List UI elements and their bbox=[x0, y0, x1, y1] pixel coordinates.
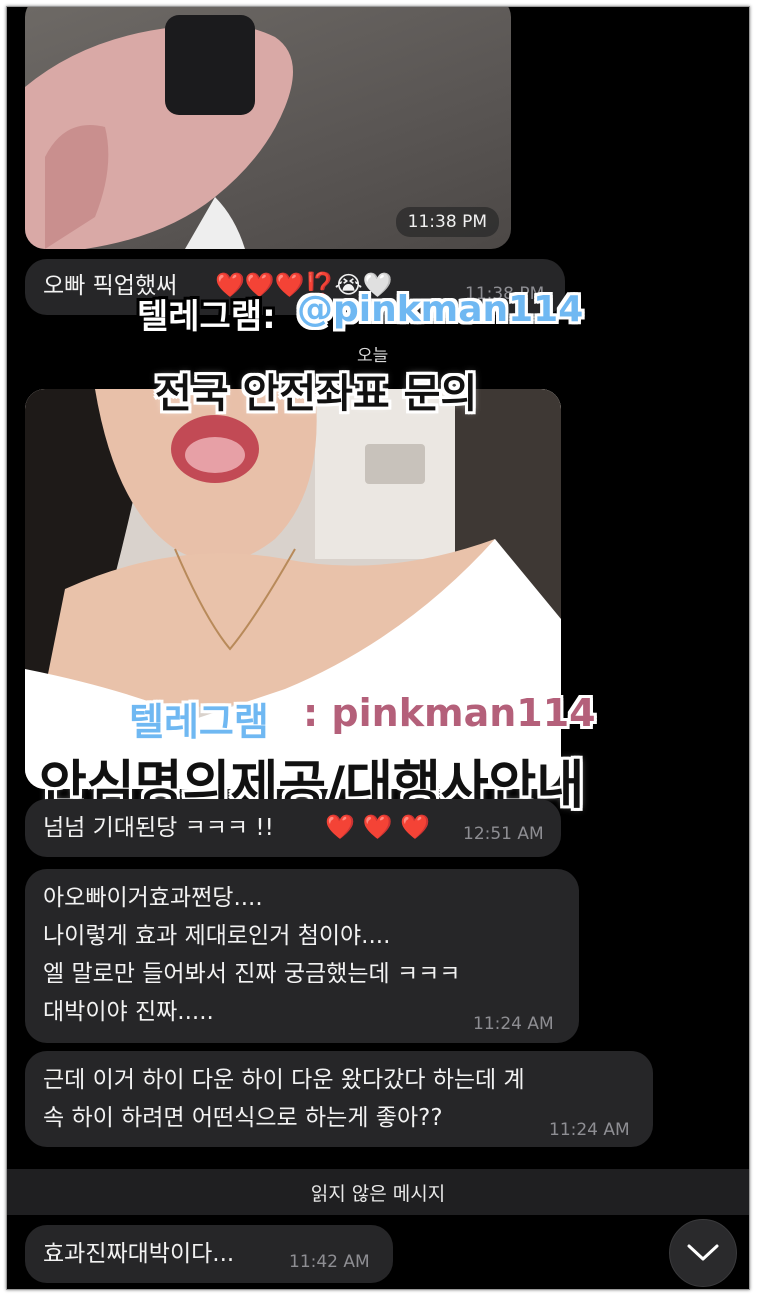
message-line: 나이렇게 효과 제대로인거 첨이야.... bbox=[43, 923, 391, 949]
photo-message-hand[interactable]: 11:38 PM bbox=[25, 7, 511, 249]
message-hearts: ❤️ ❤️ ❤️ bbox=[325, 813, 430, 841]
overlay-nationwide-inquiry: 전국 안전좌표 문의 bbox=[155, 371, 478, 417]
message-timestamp: 11:42 AM bbox=[289, 1252, 370, 1272]
chat-screen: 11:38 PM 오빠 픽업했써 ❤️❤️❤️⁉️😭🤍 11:38 PM 텔레그… bbox=[6, 6, 750, 1290]
overlay-telegram-label-2: 텔레그램 bbox=[129, 700, 269, 744]
message-bubble-great[interactable]: 효과진짜대박이다... 11:42 AM bbox=[25, 1225, 393, 1283]
overlay-telegram-handle-2: : pinkman114 bbox=[303, 691, 596, 735]
message-bubble-effect[interactable]: 아오빠이거효과쩐당.... 나이렇게 효과 제대로인거 첨이야.... 엘 말로… bbox=[25, 869, 579, 1043]
message-line: 엘 말로만 들어봐서 진짜 궁금했는데 ㅋㅋㅋ bbox=[43, 961, 461, 987]
message-timestamp: 11:24 AM bbox=[549, 1120, 630, 1140]
photo-timestamp: 11:38 PM bbox=[395, 207, 499, 237]
message-line: 근데 이거 하이 다운 하이 다운 왔다갔다 하는데 계 bbox=[43, 1067, 525, 1093]
message-text: 효과진짜대박이다... bbox=[43, 1241, 235, 1267]
overlay-telegram-label-1: 텔레그램: bbox=[137, 297, 276, 337]
scroll-to-bottom-button[interactable] bbox=[669, 1219, 737, 1287]
message-bubble-question[interactable]: 근데 이거 하이 다운 하이 다운 왔다갔다 하는데 계 속 하이 하려면 어떤… bbox=[25, 1051, 653, 1147]
overlay-telegram-handle-1: @pinkman114 bbox=[297, 289, 584, 330]
message-timestamp: 12:51 AM bbox=[463, 824, 544, 844]
message-text: 넘넘 기대된당 ㅋㅋㅋ !! bbox=[43, 815, 274, 841]
message-timestamp: 11:24 AM bbox=[473, 1014, 554, 1034]
message-line: 속 하이 하려면 어떤식으로 하는게 좋아?? bbox=[43, 1105, 443, 1131]
unread-messages-divider: 읽지 않은 메시지 bbox=[7, 1169, 749, 1215]
message-line: 아오빠이거효과쩐당.... bbox=[43, 885, 263, 911]
chevron-down-icon bbox=[687, 1244, 719, 1261]
message-bubble-excited[interactable]: 넘넘 기대된당 ㅋㅋㅋ !! ❤️ ❤️ ❤️ 12:51 AM bbox=[25, 799, 561, 857]
message-line: 대박이야 진짜..... bbox=[43, 999, 214, 1025]
